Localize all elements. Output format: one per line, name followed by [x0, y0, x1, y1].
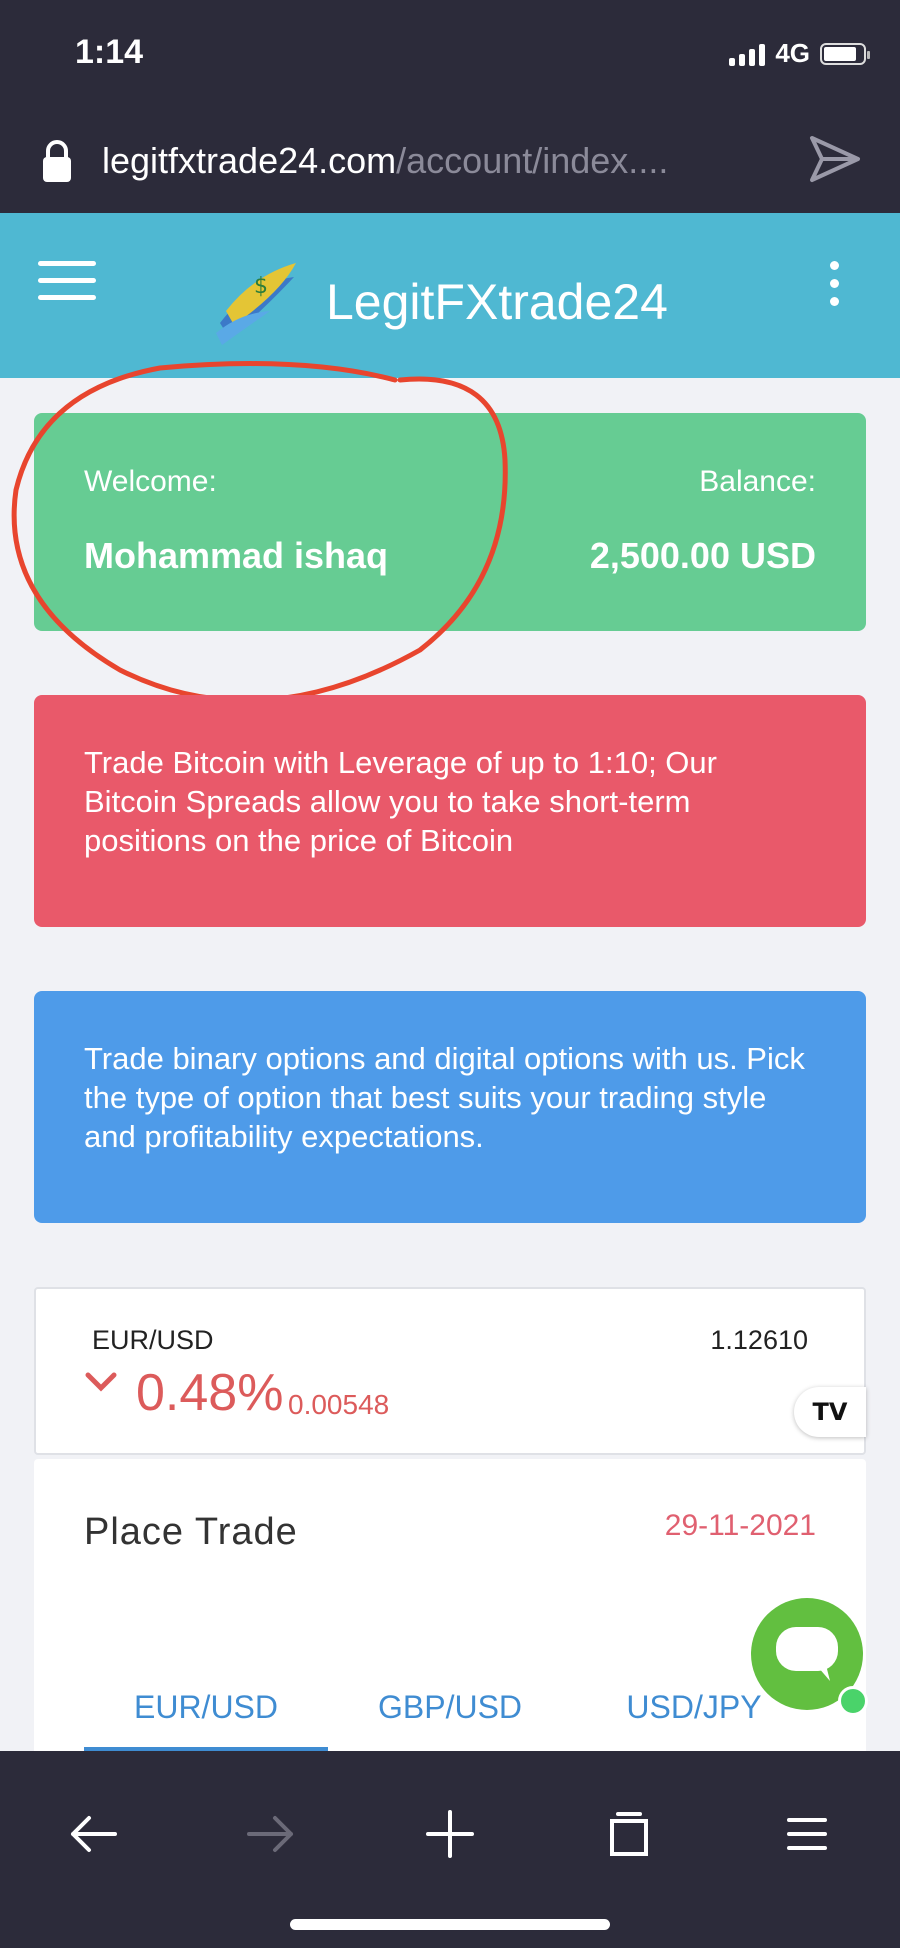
tab-eur-usd[interactable]: EUR/USD [84, 1689, 328, 1726]
browser-url-bar[interactable]: legitfxtrade24.com/account/index.... [0, 110, 900, 213]
status-bar: 1:14 4G [0, 0, 900, 110]
ticker-price: 1.12610 [710, 1325, 808, 1355]
menu-icon [787, 1818, 827, 1850]
battery-icon [820, 42, 870, 65]
welcome-label: Welcome: [84, 465, 217, 498]
tab-gbp-usd[interactable]: GBP/USD [328, 1689, 572, 1726]
url-path: /account/index.... [396, 140, 669, 181]
back-button[interactable] [48, 1789, 138, 1879]
chevron-down-icon [85, 1372, 117, 1392]
tabs-icon [610, 1812, 648, 1856]
place-trade-title: Place Trade [84, 1511, 298, 1553]
menu-button[interactable] [762, 1789, 852, 1879]
balance-value: 2,500.00 USD [589, 535, 816, 576]
tabs-button[interactable] [584, 1789, 674, 1879]
trade-date: 29-11-2021 [664, 1509, 816, 1542]
tradingview-logo: TV [812, 1398, 848, 1426]
hamburger-icon[interactable] [38, 261, 96, 312]
forward-icon [247, 1816, 293, 1852]
ticker-widget[interactable]: EUR/USD 1.12610 0.48% 0.00548 TV [34, 1287, 866, 1455]
signal-icon [729, 42, 766, 66]
url-host: legitfxtrade24.com [102, 140, 397, 181]
lock-icon [43, 140, 71, 182]
user-name: Mohammad ishaq [84, 535, 389, 576]
home-indicator [290, 1919, 610, 1930]
tradingview-badge[interactable]: TV [794, 1387, 866, 1437]
balance-label: Balance: [699, 465, 816, 498]
back-icon [71, 1816, 117, 1852]
promo-card-options: Trade binary options and digital options… [34, 991, 866, 1223]
svg-text:$: $ [254, 274, 268, 299]
status-indicators: 4G [729, 38, 870, 69]
new-tab-button[interactable] [405, 1789, 495, 1879]
account-summary-card: Welcome: Mohammad ishaq Balance: 2,500.0… [34, 413, 866, 631]
kebab-icon[interactable] [830, 261, 840, 315]
promo-card-bitcoin: Trade Bitcoin with Leverage of up to 1:1… [34, 695, 866, 927]
network-type: 4G [775, 38, 810, 68]
share-icon[interactable] [808, 134, 862, 184]
app-header: $ LegitFXtrade24 [0, 213, 900, 378]
ticker-pair: EUR/USD [92, 1325, 214, 1355]
url-text[interactable]: legitfxtrade24.com/account/index.... [102, 140, 668, 182]
ticker-change-percent: 0.48% [136, 1364, 284, 1422]
place-trade-panel: Place Trade 29-11-2021 EUR/USD GBP/USD U… [34, 1459, 866, 1759]
chat-icon [776, 1627, 838, 1681]
browser-toolbar [0, 1751, 900, 1948]
status-time: 1:14 [75, 33, 144, 71]
forward-button[interactable] [226, 1789, 316, 1879]
ticker-change-value: 0.00548 [288, 1389, 390, 1420]
battery-level [824, 46, 857, 61]
online-status-dot [838, 1686, 868, 1716]
promo-text: Trade Bitcoin with Leverage of up to 1:1… [84, 745, 717, 858]
new-tab-icon [426, 1810, 474, 1858]
app-title: LegitFXtrade24 [326, 274, 668, 330]
logo-icon: $ [216, 263, 296, 345]
promo-text: Trade binary options and digital options… [84, 1041, 805, 1154]
